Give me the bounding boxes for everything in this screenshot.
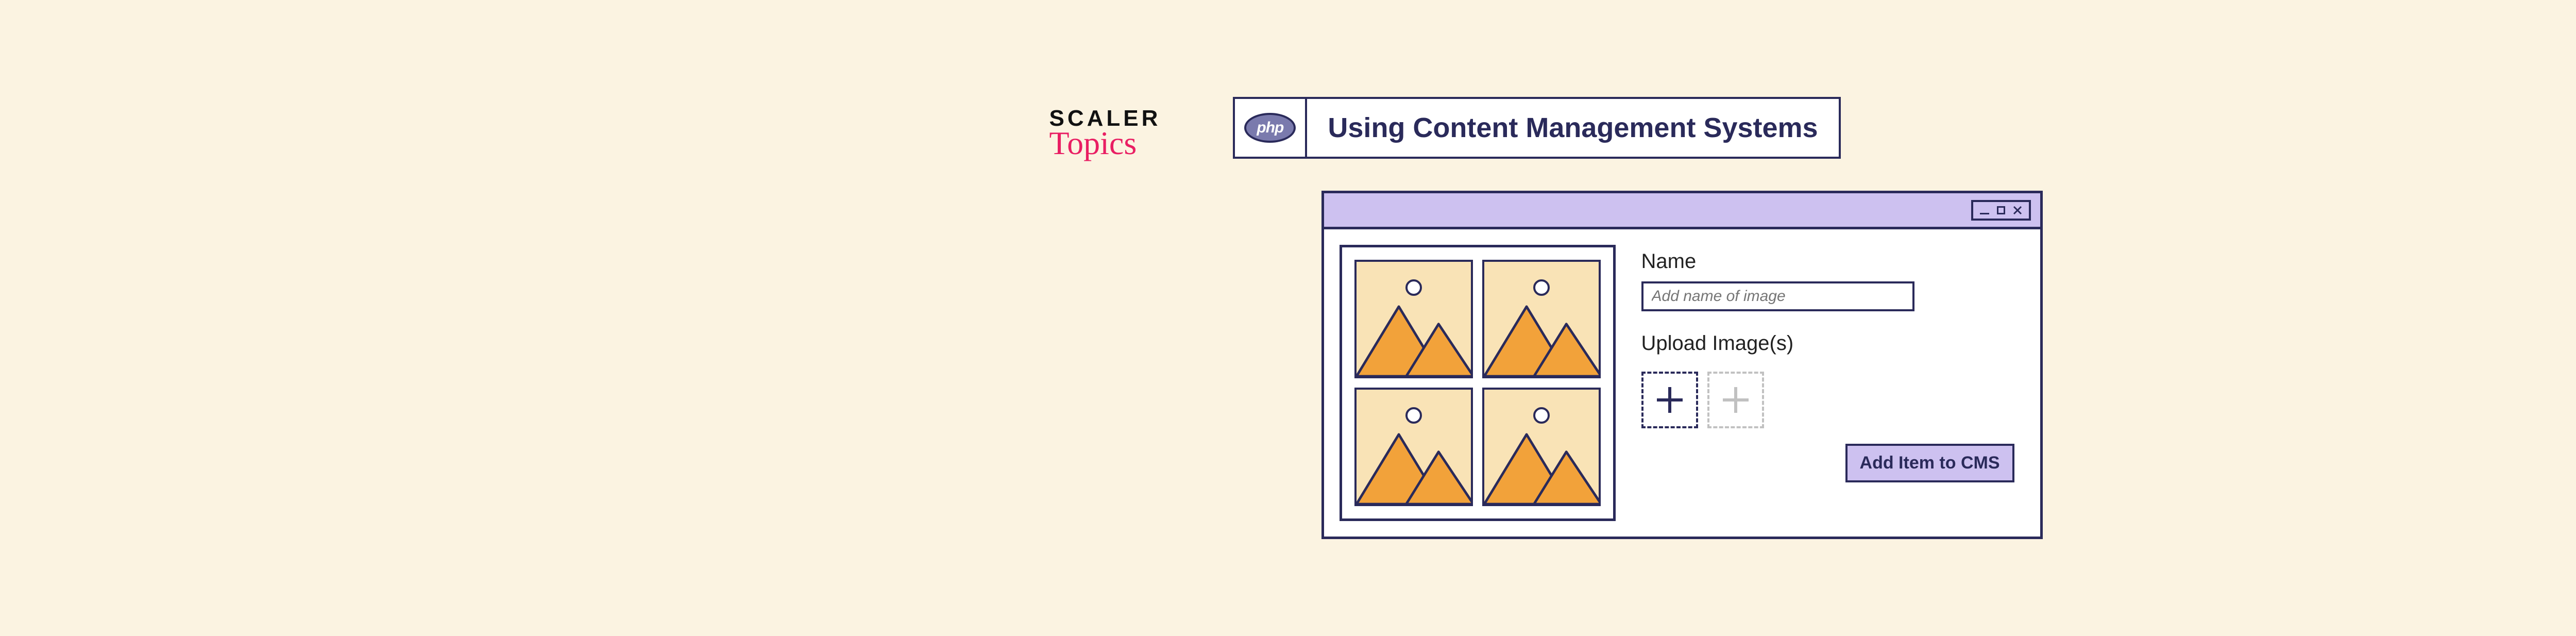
name-label: Name (1641, 250, 2014, 273)
brand-logo: SCALER Topics (1049, 107, 1161, 160)
window-controls (1971, 200, 2031, 221)
brand-line-2: Topics (1049, 127, 1161, 160)
page-title: Using Content Management Systems (1307, 99, 1838, 157)
minimize-icon[interactable] (1977, 204, 1992, 216)
upload-slot[interactable] (1641, 372, 1698, 428)
plus-icon (1657, 387, 1683, 413)
close-icon[interactable] (2010, 204, 2025, 216)
form-panel: Name Upload Image(s) Add Item to CMS (1631, 245, 2025, 521)
add-item-button[interactable]: Add Item to CMS (1845, 444, 2014, 482)
plus-icon (1723, 387, 1749, 413)
maximize-icon[interactable] (1994, 204, 2008, 216)
image-placeholder-icon[interactable] (1482, 388, 1601, 506)
image-gallery (1340, 245, 1616, 521)
image-placeholder-icon[interactable] (1354, 260, 1473, 378)
upload-label: Upload Image(s) (1641, 332, 2014, 355)
image-placeholder-icon[interactable] (1482, 260, 1601, 378)
image-placeholder-icon[interactable] (1354, 388, 1473, 506)
name-input[interactable] (1641, 281, 1914, 311)
php-logo-icon: php (1244, 113, 1296, 143)
window-titlebar (1324, 193, 2040, 229)
cms-window: Name Upload Image(s) Add Item to CMS (1321, 191, 2043, 539)
upload-slot-disabled (1707, 372, 1764, 428)
php-badge-cell: php (1235, 99, 1307, 157)
page-title-bar: php Using Content Management Systems (1233, 97, 1840, 159)
